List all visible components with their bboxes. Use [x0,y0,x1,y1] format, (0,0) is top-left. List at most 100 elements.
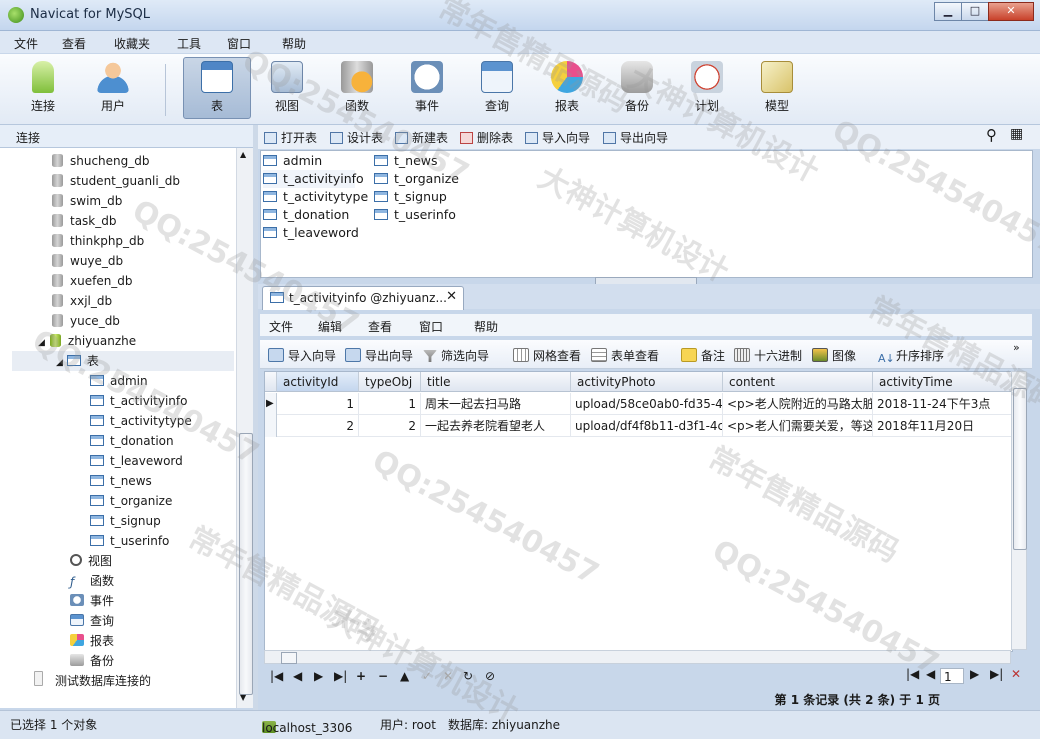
grid-cell[interactable]: 1 [359,393,421,415]
inner-menu-window[interactable]: 窗口 [419,318,443,335]
column-header-typeObj[interactable]: typeObj [359,372,421,392]
tree-item-queries[interactable]: 查询 [70,611,114,631]
tree-item-db[interactable]: shucheng_db [52,151,150,171]
import-wizard-button[interactable]: 导入向导 [525,129,590,146]
tree-item-views[interactable]: 视图 [70,551,112,571]
tree-item-db[interactable]: wuye_db [52,251,123,271]
delete-record-icon[interactable]: − [378,669,388,683]
panel-splitter[interactable] [253,125,258,710]
view-mode-icon[interactable]: ▦ [1010,126,1023,142]
menu-view[interactable]: 查看 [62,35,86,52]
tab-close-icon[interactable]: ✕ [446,289,457,304]
prev-record-icon[interactable]: ◀ [293,669,302,683]
open-table-button[interactable]: 打开表 [264,129,317,146]
search-icon[interactable]: ⚲ [986,126,997,144]
tree-item-db[interactable]: student_guanli_db [52,171,180,191]
export-wizard-button[interactable]: 导出向导 [603,129,668,146]
tree-item-table[interactable]: admin [90,371,148,391]
tree-item-connection[interactable]: 测试数据库连接的 [34,671,151,691]
tree-item-db[interactable]: xxjl_db [52,291,112,311]
toolbar-user-button[interactable]: 用户 [80,58,146,118]
tree-item-table[interactable]: t_donation [90,431,174,451]
object-table-item[interactable]: t_donation [263,206,349,224]
first-record-icon[interactable]: |◀ [270,669,283,683]
inner-menu-help[interactable]: 帮助 [474,318,498,335]
import-wizard-button[interactable]: 导入向导 [268,347,336,364]
tree-item-tables-node[interactable]: ◢ 表 [12,351,234,371]
stop-icon[interactable]: ✕ [443,669,453,683]
column-header-title[interactable]: title [421,372,571,392]
toolbar-function-button[interactable]: 函数 [324,58,390,118]
grid-cell[interactable]: 2018年11月20日 [873,415,1012,437]
tree-item-table[interactable]: t_news [90,471,152,491]
design-table-button[interactable]: 设计表 [330,129,383,146]
grid-hscroll-thumb[interactable] [281,652,297,664]
tree-item-functions[interactable]: ƒ 函数 [70,571,114,591]
grid-cell[interactable]: 1 [277,393,359,415]
tree-item-reports[interactable]: 报表 [70,631,114,651]
tree-scrollbar[interactable]: ▲ ▼ [236,148,254,708]
stop-query-icon[interactable]: ⊘ [485,669,495,683]
tree-scrollbar-thumb[interactable] [239,433,253,695]
grid-cell[interactable]: upload/58ce0ab0-fd35-4 [571,393,723,415]
object-table-item[interactable]: t_activitytype [263,188,368,206]
toolbar-report-button[interactable]: 报表 [534,58,600,118]
object-table-item[interactable]: t_signup [374,188,447,206]
form-view-button[interactable]: 表单查看 [591,347,659,364]
tree-item-table[interactable]: t_activityinfo [90,391,187,411]
tree-item-table[interactable]: t_signup [90,511,161,531]
last-record-icon[interactable]: ▶| [334,669,347,683]
grid-cell[interactable]: 2 [277,415,359,437]
grid-cell[interactable]: upload/df4f8b11-d3f1-4c [571,415,723,437]
tree-item-db[interactable]: task_db [52,211,117,231]
menu-tools[interactable]: 工具 [177,35,201,52]
toolbar-table-button[interactable]: 表 [183,57,251,119]
grid-cell[interactable]: 2018-11-24下午3点 [873,393,1012,415]
maximize-button[interactable]: □ [961,2,989,21]
close-button[interactable]: ✕ [988,2,1034,21]
collapse-arrow-icon[interactable]: ◢ [38,338,45,348]
tree-item-db[interactable]: yuce_db [52,311,120,331]
inner-menu-view[interactable]: 查看 [368,318,392,335]
object-table-item[interactable]: admin [263,152,322,170]
add-record-icon[interactable]: + [356,669,366,683]
next-page-icon[interactable]: ▶ [970,667,979,681]
tree-item-table[interactable]: t_activitytype [90,411,192,431]
tree-item-table[interactable]: t_userinfo [90,531,169,551]
object-table-item[interactable]: t_news [374,152,438,170]
grid-cell[interactable]: 周末一起去扫马路 [421,393,571,415]
new-table-button[interactable]: 新建表 [395,129,448,146]
apply-changes-icon[interactable]: ▲ [400,669,409,683]
grid-cell[interactable]: 一起去养老院看望老人 [421,415,571,437]
toolbar-schedule-button[interactable]: 计划 [674,58,740,118]
object-table-item[interactable]: t_activityinfo [263,170,364,188]
tree-item-table[interactable]: t_leaveword [90,451,183,471]
grid-scrollbar-thumb[interactable] [1013,388,1027,550]
tab-activityinfo[interactable]: t_activityinfo @zhiyuanz... ✕ [262,286,464,310]
inner-menu-file[interactable]: 文件 [269,318,293,335]
scroll-down-icon[interactable]: ▼ [240,693,246,702]
grid-view-button[interactable]: 网格查看 [513,347,581,364]
grid-cell[interactable]: <p>老人院附近的马路太脏 [723,393,873,415]
object-table-item[interactable]: t_leaveword [263,224,359,242]
toolbar-query-button[interactable]: 查询 [464,58,530,118]
inner-menu-edit[interactable]: 编辑 [318,318,342,335]
menu-file[interactable]: 文件 [14,35,38,52]
memo-button[interactable]: 备注 [681,347,725,364]
object-table-item[interactable]: t_userinfo [374,206,456,224]
grid-cell[interactable]: 2 [359,415,421,437]
object-table-item[interactable]: t_organize [374,170,459,188]
toolbar-view-button[interactable]: 视图 [254,58,320,118]
column-header-activityId[interactable]: activityId [277,372,359,392]
refresh-icon[interactable]: ↻ [463,669,473,683]
tree-item-open-db[interactable]: ◢ zhiyuanzhe [38,331,136,351]
sort-ascending-button[interactable]: A↓升序排序 [878,347,944,365]
cancel-changes-icon[interactable]: ✓ [422,669,432,683]
hex-button[interactable]: 十六进制 [734,347,802,364]
toolbar-event-button[interactable]: 事件 [394,58,460,118]
limit-settings-icon[interactable]: ✕ [1011,667,1021,681]
first-page-icon[interactable]: |◀ [906,667,919,681]
menu-favorites[interactable]: 收藏夹 [114,35,150,52]
toolbar-connection-button[interactable]: 连接 [10,58,76,118]
tree-item-table[interactable]: t_organize [90,491,172,511]
